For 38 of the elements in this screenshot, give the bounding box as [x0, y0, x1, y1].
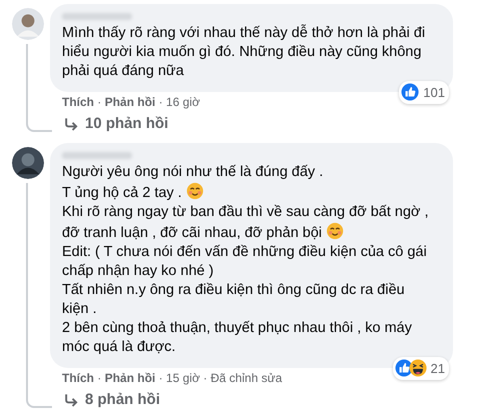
reaction-summary[interactable]: 21 [392, 356, 449, 380]
comment-text: Người yêu ông nói như thế là đúng đấy . [62, 164, 324, 180]
reply-arrow-icon [63, 116, 79, 132]
comment-text: Edit: ( T chưa nói đến vấn đề những điều kiện của cô gái [62, 244, 427, 260]
separator-dot: · [203, 371, 208, 385]
comment-text: 2 bên cùng thoả thuận, thuyết phục nhau thôi , ko máy [62, 320, 412, 336]
action-link[interactable]: Phản hồi [104, 371, 156, 385]
reaction-count: 21 [430, 360, 445, 378]
like-icon [394, 359, 413, 378]
comment-text: T ủng hộ cả 2 tay . [62, 185, 182, 201]
comment-text: kiện . [62, 301, 97, 317]
view-replies-link[interactable]: 10 phản hồi [85, 115, 168, 133]
avatar [12, 147, 44, 179]
reaction-count: 101 [423, 84, 445, 102]
comment-time[interactable]: 15 giờ [166, 371, 200, 385]
view-replies-link[interactable]: 8 phản hồi [85, 391, 160, 409]
comment-text: hiểu người kia muốn gì đó. Những điều này cũng không [62, 44, 422, 60]
like-icon [401, 83, 420, 102]
avatar [12, 8, 44, 40]
comment-text: móc quá là được. [62, 339, 176, 355]
separator-dot: · [158, 371, 163, 385]
separator-dot: · [158, 95, 163, 109]
reply-arrow-icon [63, 392, 79, 408]
comment-text: chấp nhận hay ko nhé ) [62, 263, 214, 279]
action-link[interactable]: Thích [62, 95, 94, 109]
laughing-icon [408, 359, 427, 378]
comment-time[interactable]: 16 giờ [166, 95, 200, 109]
comment-text: đỡ tranh luận , đỡ cãi nhau, đỡ phản bội [62, 225, 322, 241]
action-link[interactable]: Phản hồi [104, 95, 156, 109]
comment-text: phải quá đáng nữa [62, 63, 184, 79]
action-link[interactable]: Thích [62, 371, 94, 385]
separator-dot: · [97, 371, 102, 385]
separator-dot: · [97, 95, 102, 109]
comment-text: Mình thấy rõ ràng với nhau thế này dễ thở hơn là phải đi [62, 25, 426, 41]
edited-label[interactable]: Đã chỉnh sửa [210, 371, 282, 385]
comment-text: Tất nhiên n.y ông ra điều kiện thì ông cũng dc ra điều [62, 282, 405, 298]
comment-text: Khi rõ ràng ngay từ ban đầu thì về sau càng đỡ bất ngờ , [62, 204, 428, 220]
reaction-summary[interactable]: 101 [399, 80, 449, 104]
